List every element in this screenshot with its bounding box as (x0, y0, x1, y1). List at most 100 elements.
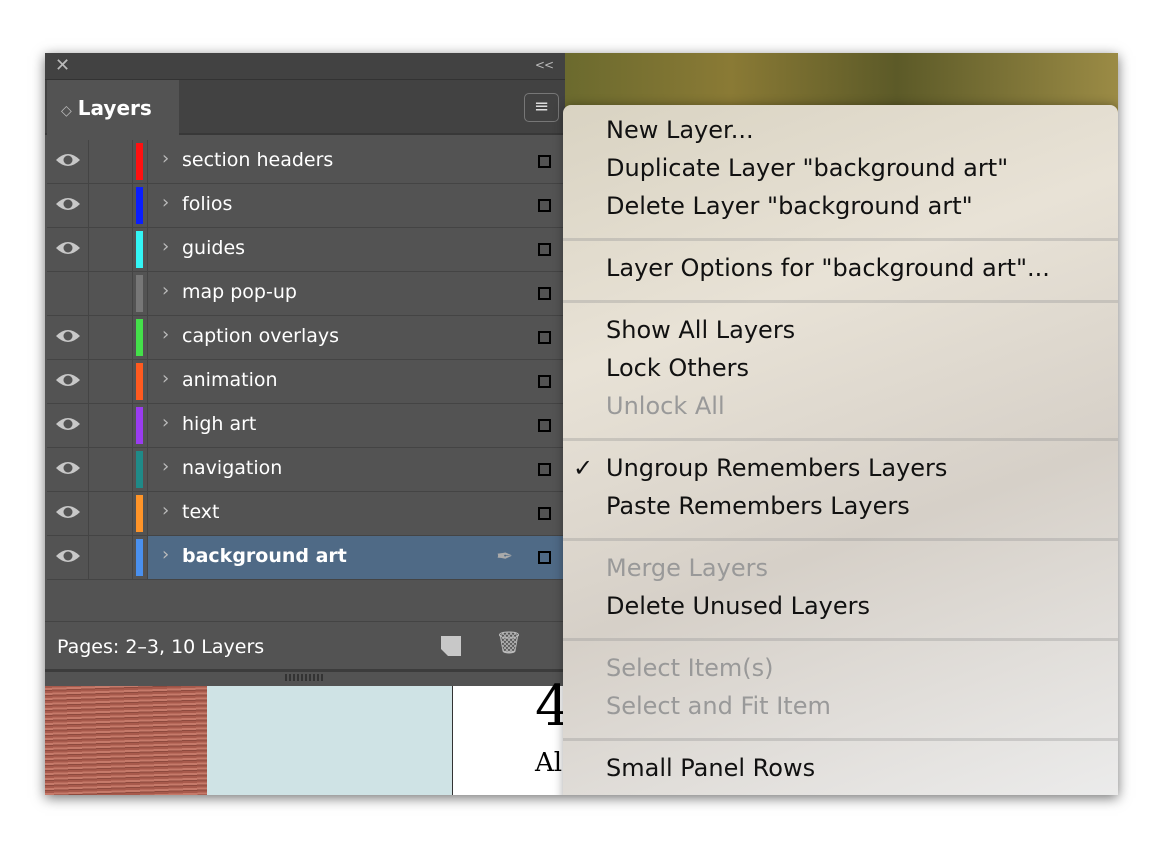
menu-item[interactable]: New Layer... (606, 116, 754, 144)
menu-item: Select and Fit Item (606, 692, 831, 720)
layer-row[interactable]: › map pop-up (47, 272, 565, 316)
chevron-right-icon[interactable]: › (162, 280, 169, 301)
layer-name-cell[interactable]: › folios (147, 184, 565, 227)
menu-item-label: Select and Fit Item (606, 692, 831, 720)
menu-item-label: Ungroup Remembers Layers (606, 454, 948, 482)
lock-toggle[interactable] (89, 184, 133, 227)
select-square[interactable] (538, 287, 551, 300)
menu-separator (563, 238, 1118, 241)
chevron-right-icon[interactable]: › (162, 412, 169, 433)
menu-item[interactable]: Lock Others (606, 354, 749, 382)
select-square[interactable] (538, 507, 551, 520)
lock-toggle[interactable] (89, 404, 133, 447)
menu-item-label: Delete Layer "background art" (606, 192, 973, 220)
menu-item: Unlock All (606, 392, 725, 420)
select-square[interactable] (538, 375, 551, 388)
menu-item-label: Small Panel Rows (606, 754, 816, 782)
layer-name-cell[interactable]: › map pop-up (147, 272, 565, 315)
close-icon[interactable]: ✕ (55, 55, 70, 76)
select-square[interactable] (538, 419, 551, 432)
lock-toggle[interactable] (89, 140, 133, 183)
layers-panel: ✕ << ◇ Layers ≡ › section headers › folio… (45, 53, 565, 687)
lock-toggle[interactable] (89, 228, 133, 271)
visibility-toggle[interactable] (47, 184, 89, 227)
chevron-right-icon[interactable]: › (162, 148, 169, 169)
layer-row[interactable]: › background art ✒ (47, 536, 565, 580)
collapse-panel-button[interactable]: << (535, 58, 554, 72)
layer-name: folios (182, 193, 233, 215)
layer-row[interactable]: › text (47, 492, 565, 536)
layer-row[interactable]: › high art (47, 404, 565, 448)
layer-row[interactable]: › guides (47, 228, 565, 272)
menu-item: Select Item(s) (606, 654, 774, 682)
select-square[interactable] (538, 551, 551, 564)
visibility-toggle[interactable] (47, 228, 89, 271)
layer-row[interactable]: › section headers (47, 140, 565, 184)
layer-name: text (182, 501, 220, 523)
chevron-right-icon[interactable]: › (162, 236, 169, 257)
menu-item-label: Unlock All (606, 392, 725, 420)
layer-name: navigation (182, 457, 283, 479)
layer-color-swatch (136, 275, 143, 312)
menu-item[interactable]: Show All Layers (606, 316, 795, 344)
layer-row[interactable]: › navigation (47, 448, 565, 492)
select-square[interactable] (538, 463, 551, 476)
lock-toggle[interactable] (89, 492, 133, 535)
layer-name-cell[interactable]: › background art ✒ (147, 536, 565, 579)
lock-toggle[interactable] (89, 448, 133, 491)
visibility-toggle[interactable] (47, 492, 89, 535)
chevron-right-icon[interactable]: › (162, 456, 169, 477)
updown-icon: ◇ (61, 103, 72, 119)
layer-color-swatch (136, 231, 143, 268)
menu-item[interactable]: Delete Unused Layers (606, 592, 870, 620)
layer-name-cell[interactable]: › text (147, 492, 565, 535)
select-square[interactable] (538, 155, 551, 168)
layer-name-cell[interactable]: › animation (147, 360, 565, 403)
visibility-toggle[interactable] (47, 272, 89, 315)
layer-name: map pop-up (182, 281, 297, 303)
menu-item[interactable]: Delete Layer "background art" (606, 192, 973, 220)
lock-toggle[interactable] (89, 316, 133, 359)
menu-item[interactable]: ✓ Ungroup Remembers Layers (573, 454, 948, 482)
layer-row[interactable]: › animation (47, 360, 565, 404)
layer-name: animation (182, 369, 278, 391)
chevron-right-icon[interactable]: › (162, 368, 169, 389)
layer-name-cell[interactable]: › high art (147, 404, 565, 447)
visibility-toggle[interactable] (47, 404, 89, 447)
chevron-right-icon[interactable]: › (162, 192, 169, 213)
panel-menu-button[interactable]: ≡ (524, 93, 559, 122)
menu-item[interactable]: Paste Remembers Layers (606, 492, 910, 520)
chevron-right-icon[interactable]: › (162, 500, 169, 521)
layer-row[interactable]: › folios (47, 184, 565, 228)
layer-color-swatch (136, 539, 143, 576)
visibility-toggle[interactable] (47, 360, 89, 403)
chevron-right-icon[interactable]: › (162, 324, 169, 345)
layer-row[interactable]: › caption overlays (47, 316, 565, 360)
lock-toggle[interactable] (89, 272, 133, 315)
eye-icon (56, 418, 80, 430)
visibility-toggle[interactable] (47, 536, 89, 579)
lock-toggle[interactable] (89, 536, 133, 579)
lock-toggle[interactable] (89, 360, 133, 403)
menu-item[interactable]: Duplicate Layer "background art" (606, 154, 1008, 182)
select-square[interactable] (538, 199, 551, 212)
layer-name-cell[interactable]: › guides (147, 228, 565, 271)
tab-layers[interactable]: ◇ Layers (47, 80, 179, 135)
layer-name-cell[interactable]: › section headers (147, 140, 565, 183)
menu-item[interactable]: Layer Options for "background art"... (606, 254, 1050, 282)
visibility-toggle[interactable] (47, 448, 89, 491)
menu-item[interactable]: Small Panel Rows (606, 754, 815, 782)
chevron-right-icon[interactable]: › (162, 544, 169, 565)
eye-icon (56, 506, 80, 518)
resize-handle[interactable] (45, 669, 565, 687)
visibility-toggle[interactable] (47, 316, 89, 359)
pen-icon: ✒ (496, 544, 513, 568)
select-square[interactable] (538, 243, 551, 256)
select-square[interactable] (538, 331, 551, 344)
new-layer-icon[interactable] (441, 636, 461, 656)
document-canvas: 4 Al (45, 674, 571, 795)
layer-name-cell[interactable]: › navigation (147, 448, 565, 491)
layer-name-cell[interactable]: › caption overlays (147, 316, 565, 359)
visibility-toggle[interactable] (47, 140, 89, 183)
trash-icon[interactable]: 🗑 (495, 631, 523, 656)
